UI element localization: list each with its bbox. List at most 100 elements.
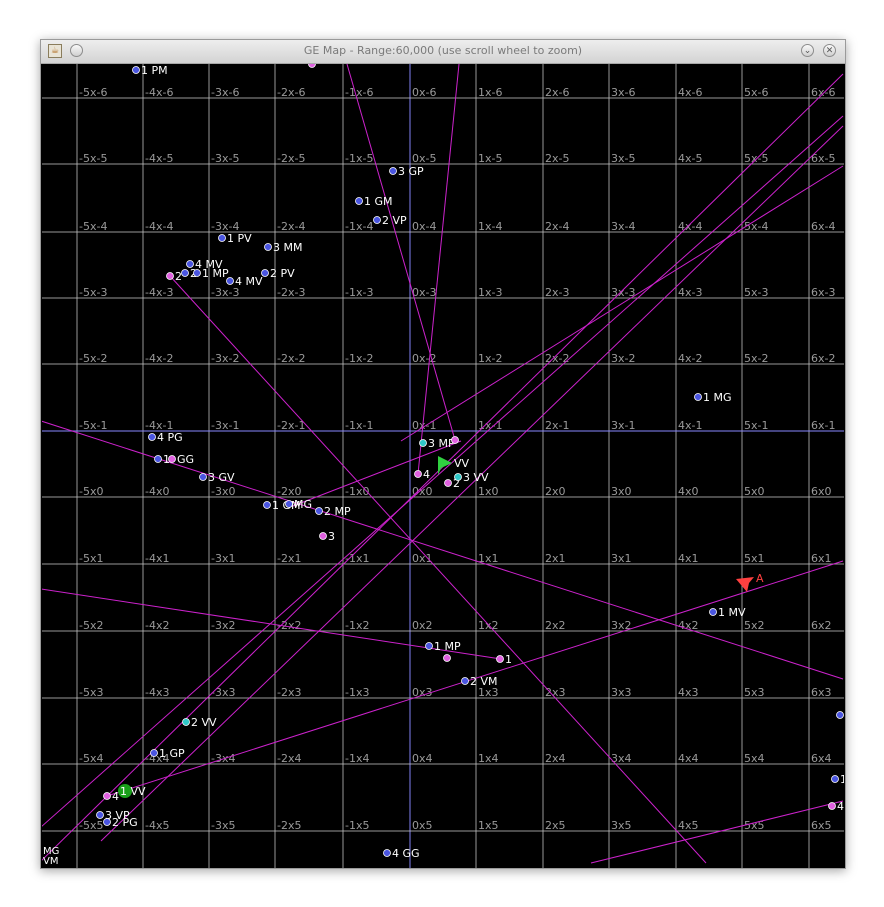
grid-cell-label: 2x0 bbox=[545, 485, 566, 498]
unit-dot-icon[interactable] bbox=[182, 718, 190, 726]
grid-cell-label: 3x-4 bbox=[611, 220, 635, 233]
grid-cell-label: 1x4 bbox=[478, 752, 499, 765]
unit-dot-icon[interactable] bbox=[218, 234, 226, 242]
unit-dot-icon[interactable] bbox=[709, 608, 717, 616]
grid-cell-label: 6x-3 bbox=[811, 286, 835, 299]
unit-dot-icon[interactable] bbox=[96, 811, 104, 819]
grid-cell-label: -5x3 bbox=[79, 686, 103, 699]
unit-dot-icon[interactable] bbox=[831, 775, 839, 783]
unit-label: 3 VV bbox=[463, 471, 489, 484]
unit-dot-icon[interactable] bbox=[263, 501, 271, 509]
base-unit[interactable]: 1 VV bbox=[118, 784, 146, 798]
unit-marker[interactable] bbox=[451, 436, 459, 444]
grid-cell-label: -1x-3 bbox=[345, 286, 373, 299]
unit-label: 2 MP bbox=[324, 505, 351, 518]
unit-dot-icon[interactable] bbox=[315, 507, 323, 515]
unit-dot-icon[interactable] bbox=[148, 433, 156, 441]
unit-dot-icon[interactable] bbox=[444, 479, 452, 487]
unit-dot-icon[interactable] bbox=[285, 500, 293, 508]
grid-cell-label: -5x-1 bbox=[79, 419, 107, 432]
close-x-icon[interactable]: ✕ bbox=[823, 44, 836, 57]
unit-dot-icon[interactable] bbox=[193, 269, 201, 277]
unit-dot-icon[interactable] bbox=[414, 470, 422, 478]
unit-dot-icon[interactable] bbox=[150, 749, 158, 757]
grid-cell-label: 0x-3 bbox=[412, 286, 436, 299]
grid-cell-label: 2x-4 bbox=[545, 220, 569, 233]
title-bar[interactable]: ☕ GE Map - Range:60,000 (use scroll whee… bbox=[41, 40, 845, 64]
unit-dot-icon[interactable] bbox=[496, 655, 504, 663]
target-label: A bbox=[756, 572, 764, 585]
grid-cell-label: -2x-3 bbox=[277, 286, 305, 299]
unit-dot-icon[interactable] bbox=[461, 677, 469, 685]
grid-cell-label: -4x3 bbox=[145, 686, 169, 699]
unit-label: 1 MV bbox=[718, 606, 746, 619]
unit-dot-icon[interactable] bbox=[103, 792, 111, 800]
unit-marker[interactable] bbox=[308, 64, 316, 68]
unit-dot-icon[interactable] bbox=[828, 802, 836, 810]
grid-cell-label: 2x-6 bbox=[545, 86, 569, 99]
unit-dot-icon[interactable] bbox=[261, 269, 269, 277]
unit-dot-icon[interactable] bbox=[389, 167, 397, 175]
grid-cell-label: 2x-5 bbox=[545, 152, 569, 165]
grid-cell-label: 2x1 bbox=[545, 552, 566, 565]
unit-label: 2 VM bbox=[470, 675, 498, 688]
unit-marker[interactable] bbox=[836, 711, 844, 719]
unit-dot-icon[interactable] bbox=[308, 64, 316, 68]
minimize-chevron-icon[interactable]: ⌄ bbox=[801, 44, 814, 57]
base-label: 1 VV bbox=[120, 785, 146, 798]
grid-cell-label: 3x-1 bbox=[611, 419, 635, 432]
friendly-label: VV bbox=[454, 457, 470, 470]
unit-dot-icon[interactable] bbox=[319, 532, 327, 540]
grid-cell-label: 0x5 bbox=[412, 819, 433, 832]
unit-dot-icon[interactable] bbox=[454, 473, 462, 481]
unit-dot-icon[interactable] bbox=[443, 654, 451, 662]
unit-dot-icon[interactable] bbox=[836, 711, 844, 719]
grid-cell-label: 3x2 bbox=[611, 619, 632, 632]
unit-dot-icon[interactable] bbox=[181, 269, 189, 277]
unit-label: GG bbox=[177, 453, 194, 466]
map-canvas[interactable]: -5x-6 -4x-6 -3x-6 -2x-6 -1x-6 0x-6 1x-6 2x-6 3x-… bbox=[42, 64, 844, 868]
unit-marker[interactable] bbox=[443, 654, 451, 662]
grid-cell-label: 6x-6 bbox=[811, 86, 835, 99]
grid-cell-label: -5x-6 bbox=[79, 86, 107, 99]
unit-dot-icon[interactable] bbox=[383, 849, 391, 857]
map-svg[interactable]: -5x-6 -4x-6 -3x-6 -2x-6 -1x-6 0x-6 1x-6 2x-6 3x-… bbox=[42, 64, 844, 868]
grid-cell-label: 2x5 bbox=[545, 819, 566, 832]
unit-dot-icon[interactable] bbox=[425, 642, 433, 650]
unit-dot-icon[interactable] bbox=[166, 272, 174, 280]
grid-cell-label: 4x2 bbox=[678, 619, 699, 632]
grid-cell-label: -3x-2 bbox=[211, 352, 239, 365]
unit-label: 4 PG bbox=[157, 431, 183, 444]
grid-cell-label: 5x-6 bbox=[744, 86, 768, 99]
grid-cell-label: -5x0 bbox=[79, 485, 103, 498]
grid-cell-label: -4x1 bbox=[145, 552, 169, 565]
unit-dot-icon[interactable] bbox=[103, 818, 111, 826]
unit-label: 2 PG bbox=[112, 816, 138, 829]
unit-label: 1 GM bbox=[364, 195, 393, 208]
unit-label: 2 bbox=[175, 270, 182, 283]
unit-label: 1 MG bbox=[703, 391, 732, 404]
unit-dot-icon[interactable] bbox=[154, 455, 162, 463]
unit-dot-icon[interactable] bbox=[694, 393, 702, 401]
grid-cell-label: -3x0 bbox=[211, 485, 235, 498]
unit-dot-icon[interactable] bbox=[132, 66, 140, 74]
unit-dot-icon[interactable] bbox=[264, 243, 272, 251]
unit-dot-icon[interactable] bbox=[355, 197, 363, 205]
unit-dot-icon[interactable] bbox=[373, 216, 381, 224]
unit-label: 3 GP bbox=[398, 165, 424, 178]
grid-cell-label: 4x1 bbox=[678, 552, 699, 565]
grid-cell-label: -1x5 bbox=[345, 819, 369, 832]
unit-dot-icon[interactable] bbox=[168, 455, 176, 463]
grid-cell-label: 4x-4 bbox=[678, 220, 702, 233]
grid-cell-label: 1x5 bbox=[478, 819, 499, 832]
grid-cell-label: 0x3 bbox=[412, 686, 433, 699]
unit-label: 4 bbox=[837, 800, 844, 813]
unit-dot-icon[interactable] bbox=[451, 436, 459, 444]
grid-cell-label: 3x-5 bbox=[611, 152, 635, 165]
grid-cell-label: -4x-5 bbox=[145, 152, 173, 165]
unit-dot-icon[interactable] bbox=[199, 473, 207, 481]
unit-label: 3 bbox=[328, 530, 335, 543]
unit-dot-icon[interactable] bbox=[419, 439, 427, 447]
grid-cell-label: 5x2 bbox=[744, 619, 765, 632]
unit-label: 3 GV bbox=[208, 471, 235, 484]
